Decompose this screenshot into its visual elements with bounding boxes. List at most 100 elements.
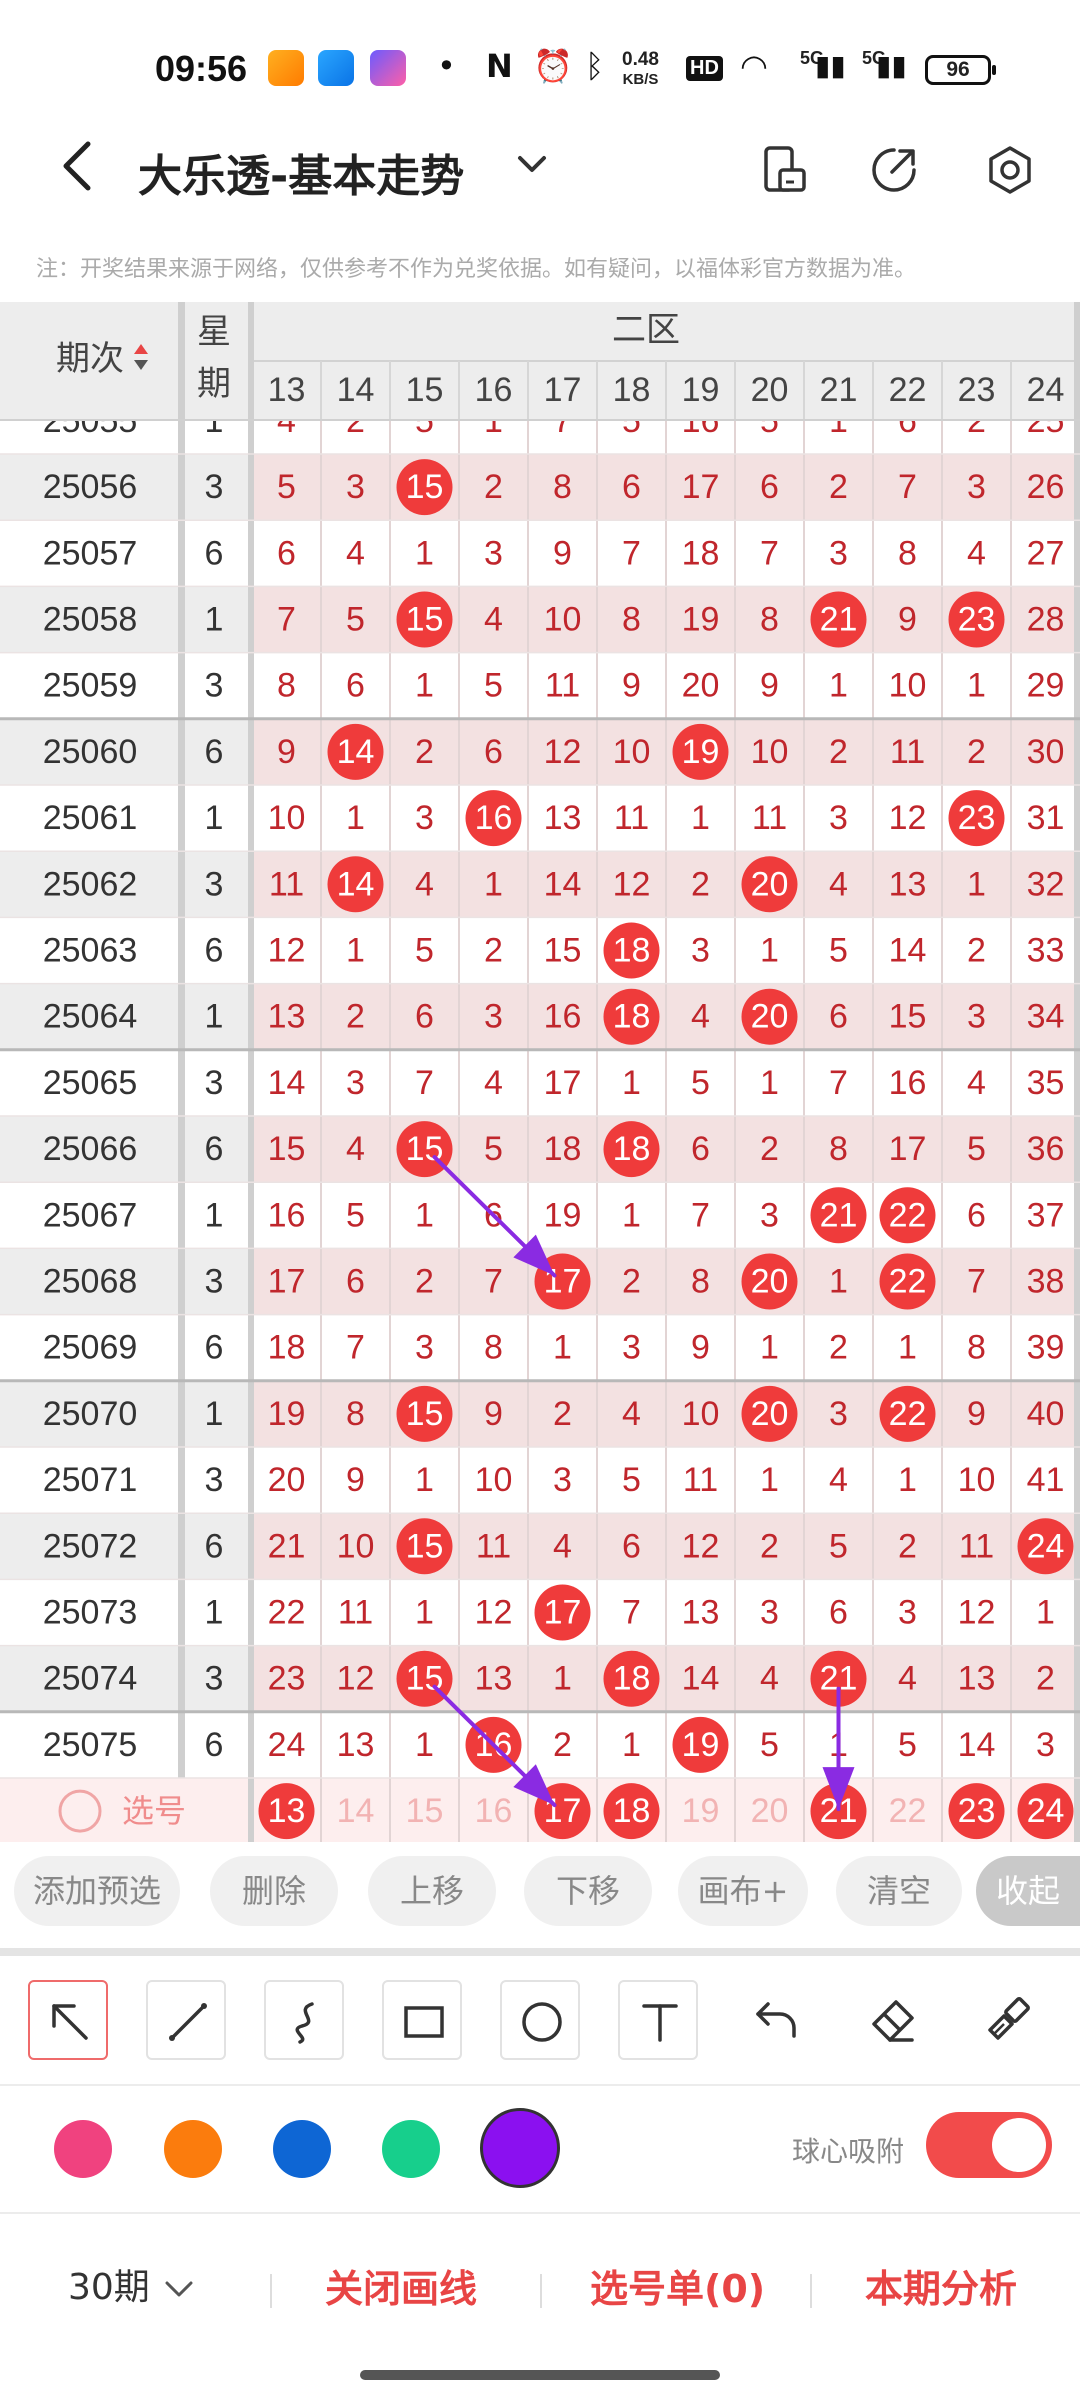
delete-button[interactable]: 删除	[210, 1856, 338, 1926]
clear-button[interactable]: 清空	[836, 1856, 962, 1926]
miss-count: 7	[622, 1594, 641, 1632]
miss-count: 10	[958, 1461, 996, 1499]
miss-count: 1	[691, 799, 710, 837]
eraser-button[interactable]	[852, 1980, 932, 2060]
hit-ball-number: 14	[337, 865, 375, 903]
miss-count: 4	[829, 1461, 848, 1499]
period-label: 25075	[43, 1726, 138, 1764]
select-number[interactable]: 19	[682, 1792, 720, 1830]
miss-count: 39	[1027, 1329, 1065, 1367]
period-label: 25064	[43, 998, 138, 1036]
miss-count: 5	[277, 468, 296, 506]
snap-toggle[interactable]	[926, 2112, 1052, 2178]
miss-count: 11	[476, 1527, 511, 1565]
select-number[interactable]: 14	[337, 1792, 375, 1830]
hit-ball-number: 20	[751, 865, 789, 903]
settings-button[interactable]	[982, 142, 1038, 198]
move-up-button[interactable]: 上移	[368, 1856, 496, 1926]
week-label: 3	[205, 1660, 224, 1698]
color-swatch-green[interactable]	[382, 2120, 440, 2178]
miss-count: 2	[622, 1263, 641, 1301]
miss-count: 10	[751, 733, 789, 771]
page-title[interactable]: 大乐透-基本走势	[138, 140, 464, 204]
period-label: 25059	[43, 667, 138, 705]
miss-count: 6	[622, 1527, 641, 1565]
miss-count: 1	[622, 1196, 641, 1234]
miss-count: 1	[967, 865, 986, 903]
miss-count: 3	[967, 468, 986, 506]
miss-count: 18	[544, 1130, 582, 1168]
select-number[interactable]: 20	[751, 1792, 789, 1830]
color-swatch-orange[interactable]	[164, 2120, 222, 2178]
select-number[interactable]: 15	[406, 1792, 444, 1830]
miss-count: 1	[760, 1064, 779, 1102]
selection-list-button[interactable]: 选号单(0)	[590, 2258, 765, 2313]
add-preselect-button[interactable]: 添加预选	[14, 1856, 180, 1926]
select-ball-number[interactable]: 23	[958, 1792, 996, 1830]
undo-button[interactable]	[736, 1980, 816, 2060]
title-dropdown[interactable]	[512, 144, 552, 194]
miss-count: 16	[544, 998, 582, 1036]
home-indicator[interactable]	[360, 2370, 720, 2380]
arrow-tool-button[interactable]	[28, 1980, 108, 2060]
header-number-24: 24	[1027, 371, 1065, 409]
color-swatch-purple-selected[interactable]	[480, 2108, 560, 2188]
miss-count: 8	[622, 601, 641, 639]
miss-count: 13	[337, 1726, 375, 1764]
trend-table-canvas[interactable]: 期次星期二区1314151617181920212223242505514251…	[0, 302, 1080, 1842]
line-tool-button[interactable]	[146, 1980, 226, 2060]
miss-count: 2	[553, 1726, 572, 1764]
miss-count: 29	[1027, 667, 1065, 705]
bottom-separator	[540, 2274, 542, 2308]
miss-count: 2	[1036, 1660, 1055, 1698]
miss-count: 11	[683, 1461, 718, 1499]
share-button[interactable]	[866, 142, 922, 198]
period-analysis-button[interactable]: 本期分析	[865, 2258, 1017, 2313]
miss-count: 1	[415, 1461, 434, 1499]
close-lines-button[interactable]: 关闭画线	[325, 2258, 477, 2313]
miss-count: 7	[967, 1263, 986, 1301]
week-label: 3	[205, 1461, 224, 1499]
miss-count: 6	[484, 733, 503, 771]
miss-count: 2	[346, 998, 365, 1036]
miss-count: 8	[691, 1263, 710, 1301]
period-select[interactable]: 30期	[68, 2258, 197, 2310]
hit-ball-number: 15	[406, 1527, 444, 1565]
select-ball-number[interactable]: 13	[268, 1792, 306, 1830]
text-tool-button[interactable]	[618, 1980, 698, 2060]
week-label: 6	[205, 1329, 224, 1367]
trend-table[interactable]: 期次星期二区1314151617181920212223242505514251…	[0, 302, 1080, 1842]
miss-count: 19	[682, 601, 720, 639]
collapse-button[interactable]: 收起	[976, 1856, 1080, 1926]
canvas-plus-button[interactable]: 画布+	[678, 1856, 808, 1926]
curve-tool-button[interactable]	[264, 1980, 344, 2060]
miss-count: 1	[484, 865, 503, 903]
color-swatch-blue[interactable]	[273, 2120, 331, 2178]
period-week-separator	[178, 302, 185, 420]
disclaimer-text: 注：开奖结果来源于网络，仅供参考不作为兑奖依据。如有疑问，以福体彩官方数据为准。	[36, 257, 917, 282]
miss-count: 4	[346, 534, 365, 572]
circle-tool-button[interactable]	[500, 1980, 580, 2060]
select-number[interactable]: 22	[889, 1792, 927, 1830]
miss-count: 13	[475, 1660, 513, 1698]
miss-count: 17	[268, 1263, 306, 1301]
back-button[interactable]	[50, 136, 110, 196]
miss-count: 31	[1027, 799, 1065, 837]
color-swatch-pink[interactable]	[54, 2120, 112, 2178]
text-tool-icon	[642, 2004, 678, 2042]
hit-ball-number: 18	[613, 1660, 651, 1698]
rotate-screen-button[interactable]	[756, 142, 812, 198]
miss-count: 2	[760, 1130, 779, 1168]
miss-count: 12	[889, 799, 927, 837]
select-number[interactable]: 16	[475, 1792, 513, 1830]
select-ball-number[interactable]: 24	[1027, 1792, 1065, 1830]
miss-count: 5	[691, 1064, 710, 1102]
week-label: 6	[205, 932, 224, 970]
week-label: 3	[205, 667, 224, 705]
hit-ball-number: 14	[337, 733, 375, 771]
rectangle-tool-button[interactable]	[382, 1980, 462, 2060]
select-ball-number[interactable]: 18	[613, 1792, 651, 1830]
move-down-button[interactable]: 下移	[524, 1856, 652, 1926]
miss-count: 16	[889, 1064, 927, 1102]
clear-brush-button[interactable]	[968, 1980, 1048, 2060]
